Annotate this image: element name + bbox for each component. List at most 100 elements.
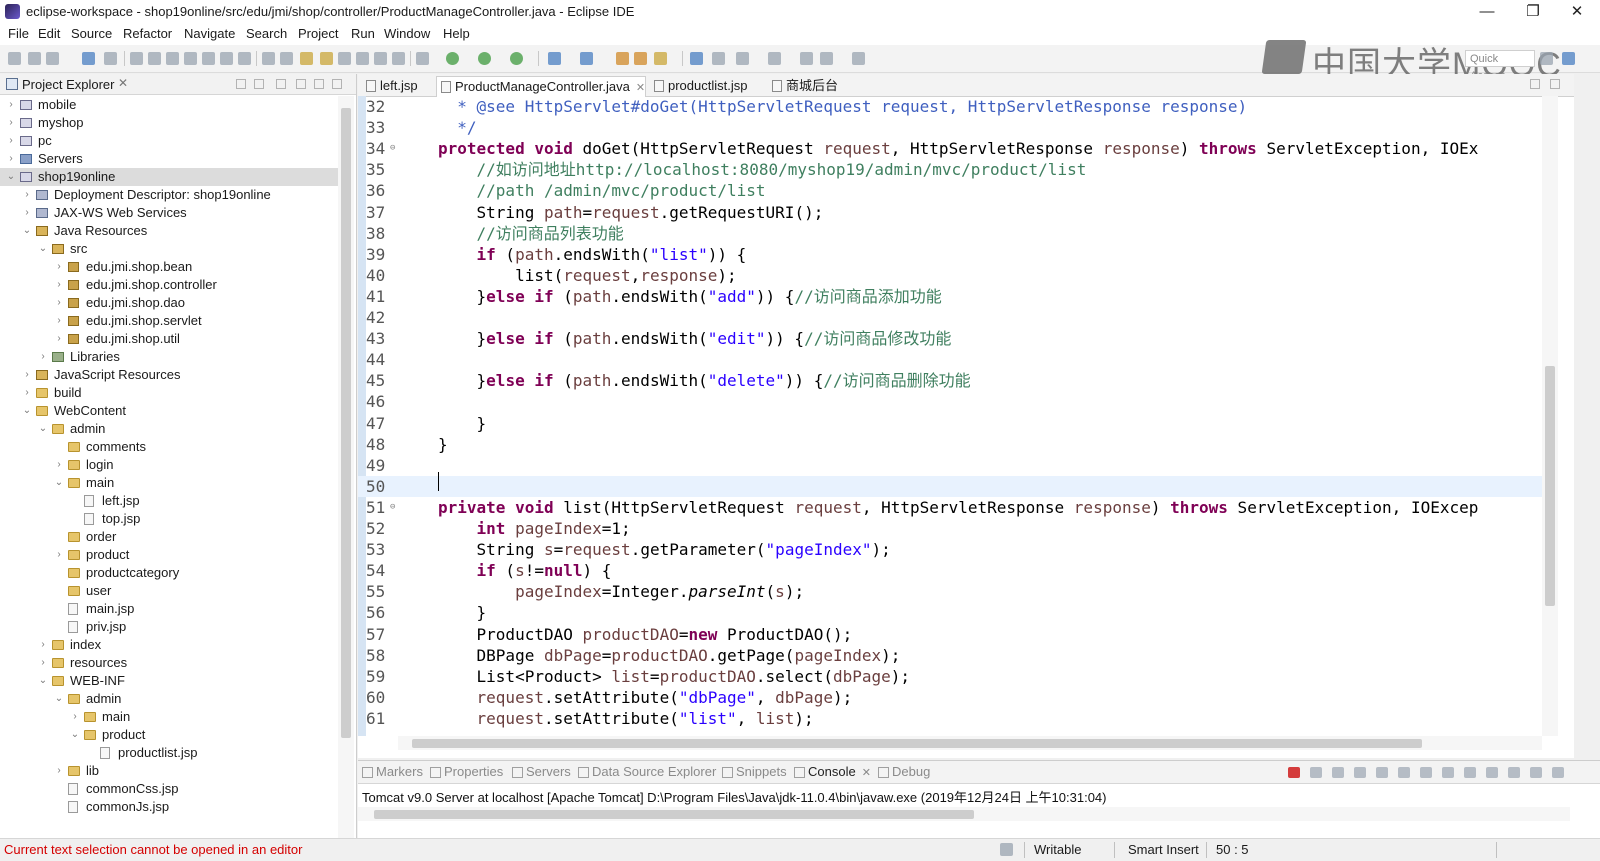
menu-run[interactable]: Run — [351, 26, 375, 41]
code-line[interactable]: 43 }else if (path.endsWith("edit")) {//访… — [358, 328, 1558, 349]
code-line[interactable]: 38 //访问商品列表功能 — [358, 223, 1558, 244]
tree-item-edu-jmi-shop-servlet[interactable]: › edu.jmi.shop.servlet — [0, 312, 338, 330]
code-line[interactable]: 52 int pageIndex=1; — [358, 518, 1558, 539]
close-tab-icon[interactable]: ✕ — [862, 767, 871, 779]
code-line[interactable]: 49 — [358, 455, 1558, 476]
collapsed-arrow-icon[interactable]: › — [54, 762, 64, 780]
step-over-icon[interactable] — [220, 52, 233, 65]
fold-toggle-icon[interactable]: ⊖ — [390, 138, 395, 159]
code-line[interactable]: 55 pageIndex=Integer.parseInt(s); — [358, 581, 1558, 602]
tree-item-edu-jmi-shop-bean[interactable]: › edu.jmi.shop.bean — [0, 258, 338, 276]
remove-all-icon[interactable] — [1332, 767, 1344, 778]
code-line[interactable]: 39 if (path.endsWith("list")) { — [358, 244, 1558, 265]
terminate-icon[interactable] — [166, 52, 179, 65]
tree-item-main[interactable]: › main — [0, 708, 338, 726]
annotation-next-icon[interactable] — [712, 52, 725, 65]
menu-edit[interactable]: Edit — [38, 26, 60, 41]
back-history-icon[interactable] — [820, 52, 833, 65]
close-tab-icon[interactable]: ✕ — [636, 82, 645, 94]
code-line[interactable]: 61 request.setAttribute("list", list); — [358, 708, 1558, 729]
expanded-arrow-icon[interactable]: ⌄ — [38, 672, 48, 690]
minimize-button[interactable]: — — [1464, 0, 1510, 24]
collapsed-arrow-icon[interactable]: › — [54, 294, 64, 312]
code-line[interactable]: 36 //path /admin/mvc/product/list — [358, 180, 1558, 201]
tree-item-mobile[interactable]: › mobile — [0, 96, 338, 114]
menu-window[interactable]: Window — [384, 26, 430, 41]
open-perspective-icon[interactable] — [1540, 52, 1553, 65]
code-line[interactable]: 57 ProductDAO productDAO=new ProductDAO(… — [358, 624, 1558, 645]
code-line[interactable]: 50 — [358, 475, 1558, 497]
tree-item-edu-jmi-shop-controller[interactable]: › edu.jmi.shop.controller — [0, 276, 338, 294]
menu-file[interactable]: File — [8, 26, 29, 41]
tree-item-java-resources[interactable]: ⌄ Java Resources — [0, 222, 338, 240]
tree-item-product[interactable]: › product — [0, 546, 338, 564]
close-view-icon[interactable]: ✕ — [118, 76, 128, 90]
disconnect-icon[interactable] — [184, 52, 197, 65]
menu-refactor[interactable]: Refactor — [123, 26, 172, 41]
link-with-editor-icon[interactable] — [254, 79, 264, 89]
tree-item-javascript-resources[interactable]: › JavaScript Resources — [0, 366, 338, 384]
resume-icon[interactable] — [130, 52, 143, 65]
open-type-icon[interactable] — [300, 52, 313, 65]
code-line[interactable]: 46 — [358, 391, 1558, 412]
code-line[interactable]: 35 //如访问地址http://localhost:8080/myshop19… — [358, 159, 1558, 180]
tree-item-product[interactable]: ⌄ product — [0, 726, 338, 744]
bottom-tab-data-source-explorer[interactable]: Data Source Explorer — [576, 764, 716, 779]
menu-source[interactable]: Source — [71, 26, 112, 41]
tree-item-libraries[interactable]: › Libraries — [0, 348, 338, 366]
tree-item-edu-jmi-shop-dao[interactable]: › edu.jmi.shop.dao — [0, 294, 338, 312]
run-icon[interactable] — [446, 52, 459, 65]
expanded-arrow-icon[interactable]: ⌄ — [38, 240, 48, 258]
toggle-block-selection-icon[interactable] — [338, 52, 351, 65]
code-line[interactable]: 44 — [358, 349, 1558, 370]
bottom-tab-debug[interactable]: Debug — [876, 764, 930, 779]
tree-item-build[interactable]: › build — [0, 384, 338, 402]
tree-item-shop19online[interactable]: ⌄ shop19online — [0, 168, 338, 186]
collapsed-arrow-icon[interactable]: › — [54, 258, 64, 276]
code-line[interactable]: 40 list(request,response); — [358, 265, 1558, 286]
code-line[interactable]: 34 ⊖ protected void doGet(HttpServletReque… — [358, 138, 1558, 159]
minimize-editor-icon[interactable] — [1530, 79, 1540, 89]
code-line[interactable]: 41 }else if (path.endsWith("add")) {//访问… — [358, 286, 1558, 307]
step-into-icon[interactable] — [202, 52, 215, 65]
show-whitespace-icon[interactable] — [356, 52, 369, 65]
tree-item-order[interactable]: order — [0, 528, 338, 546]
tree-item-deployment-descriptor-shop19online[interactable]: › Deployment Descriptor: shop19online — [0, 186, 338, 204]
collapsed-arrow-icon[interactable]: › — [54, 276, 64, 294]
project-explorer-title[interactable]: Project Explorer — [22, 77, 114, 92]
code-line[interactable]: 32 * @see HttpServlet#doGet(HttpServletR… — [358, 96, 1558, 117]
tree-item-edu-jmi-shop-util[interactable]: › edu.jmi.shop.util — [0, 330, 338, 348]
tree-item-commoncss-jsp[interactable]: commonCss.jsp — [0, 780, 338, 798]
maximize-view-icon[interactable] — [1552, 767, 1564, 778]
coverage-icon[interactable] — [478, 52, 491, 65]
code-area[interactable]: 32 * @see HttpServlet#doGet(HttpServletR… — [358, 96, 1558, 736]
terminate-icon[interactable] — [1288, 767, 1300, 778]
tree-item-user[interactable]: user — [0, 582, 338, 600]
collapsed-arrow-icon[interactable]: › — [6, 96, 16, 114]
tree-item-priv-jsp[interactable]: priv.jsp — [0, 618, 338, 636]
menu-project[interactable]: Project — [298, 26, 338, 41]
toggle-mark-occurrences-icon[interactable] — [320, 52, 333, 65]
editor-tab-productmanagecontroller-java[interactable]: ProductManageController.java ✕ — [436, 76, 647, 97]
scroll-lock-icon[interactable] — [1376, 767, 1388, 778]
editor-tab-shop-admin[interactable]: 商城后台 — [768, 76, 838, 96]
tree-item-main[interactable]: ⌄ main — [0, 474, 338, 492]
tree-item-admin[interactable]: ⌄ admin — [0, 420, 338, 438]
code-line[interactable]: 51 ⊖ private void list(HttpServletRequest … — [358, 497, 1558, 518]
code-line[interactable]: 37 String path=request.getRequestURI(); — [358, 202, 1558, 223]
menu-navigate[interactable]: Navigate — [184, 26, 235, 41]
code-line[interactable]: 56 } — [358, 602, 1558, 623]
tree-item-resources[interactable]: › resources — [0, 654, 338, 672]
annotation-prev-icon[interactable] — [736, 52, 749, 65]
external-tools-icon[interactable] — [510, 52, 523, 65]
menu-search[interactable]: Search — [246, 26, 287, 41]
clear-console-icon[interactable] — [1354, 767, 1366, 778]
view-menu-icon[interactable] — [296, 79, 306, 89]
tree-item-index[interactable]: › index — [0, 636, 338, 654]
collapsed-arrow-icon[interactable]: › — [22, 366, 32, 384]
suspend-icon[interactable] — [148, 52, 161, 65]
collapsed-arrow-icon[interactable]: › — [6, 132, 16, 150]
tree-item-webcontent[interactable]: ⌄ WebContent — [0, 402, 338, 420]
new-package-icon[interactable] — [580, 52, 593, 65]
maximize-view-icon[interactable] — [332, 79, 342, 89]
